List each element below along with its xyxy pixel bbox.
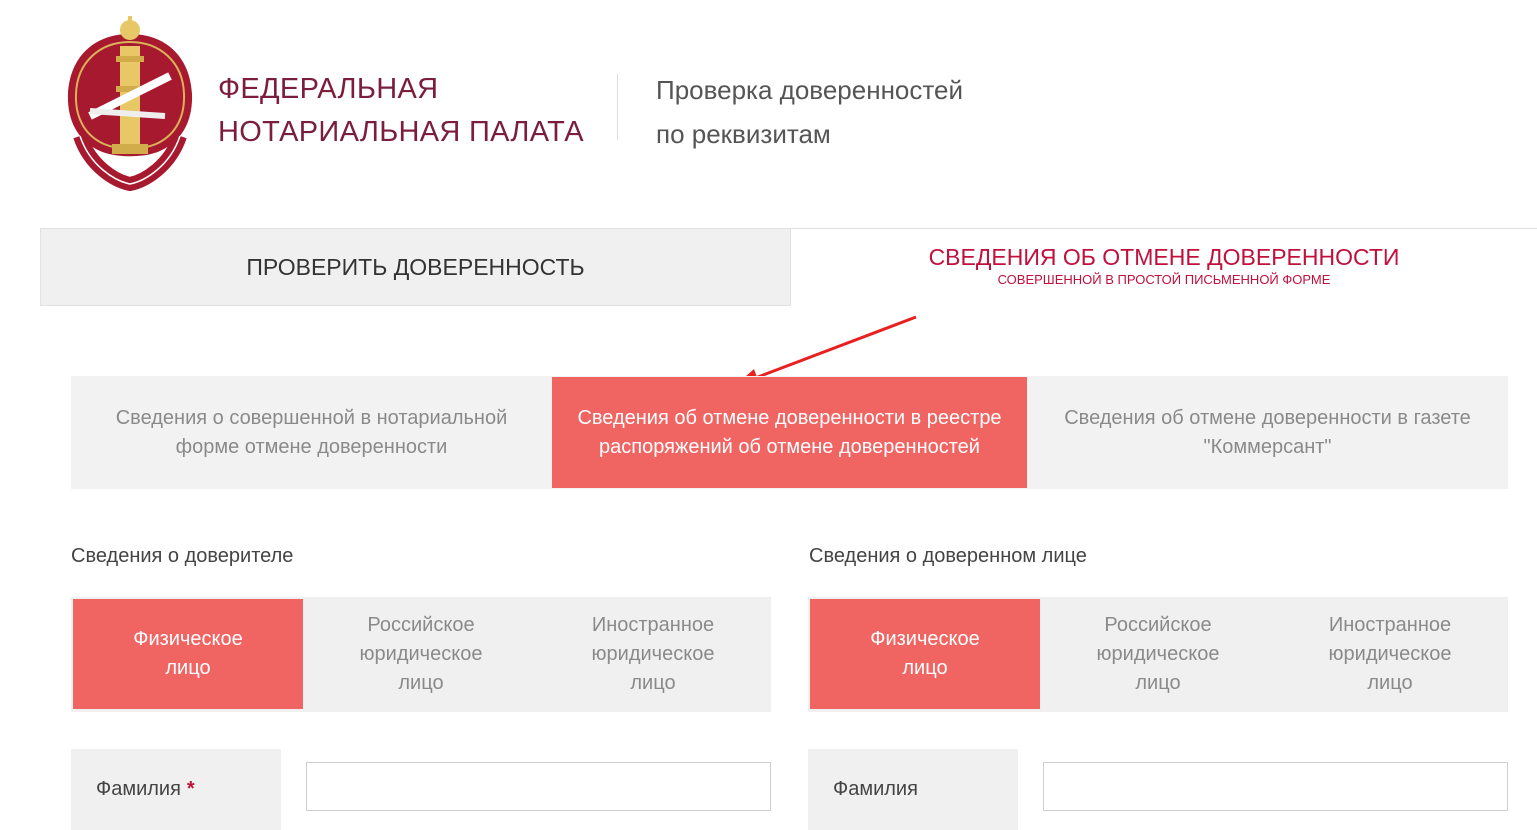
subtab-kommersant-revocation[interactable]: Сведения об отмене доверенности в газете… — [1027, 376, 1508, 489]
tab-label: ПРОВЕРИТЬ ДОВЕРЕННОСТЬ — [246, 253, 585, 280]
required-mark: * — [186, 778, 195, 800]
organization-name: ФЕДЕРАЛЬНАЯ НОТАРИАЛЬНАЯ ПАЛАТА — [218, 68, 584, 154]
principal-option-russian-legal-entity[interactable]: Российское юридическое лицо — [306, 597, 536, 712]
tab-sublabel: СОВЕРШЕННОЙ В ПРОСТОЙ ПИСЬМЕННОЙ ФОРМЕ — [997, 272, 1331, 287]
option-label: Иностранное юридическое лицо — [1328, 614, 1452, 694]
header-divider — [617, 74, 618, 140]
field-label-text: Фамилия — [833, 778, 918, 800]
notary-emblem-icon[interactable] — [60, 16, 200, 191]
option-label: Российское юридическое лицо — [359, 614, 483, 694]
principal-option-foreign-legal-entity[interactable]: Иностранное юридическое лицо — [538, 597, 768, 712]
subtab-bar: Сведения о совершенной в нотариальной фо… — [71, 376, 1508, 489]
principal-section-title: Сведения о доверителе — [71, 545, 294, 567]
subtab-registry-revocation[interactable]: Сведения об отмене доверенности в реестр… — [552, 377, 1027, 488]
attorney-surname-label: Фамилия — [808, 749, 1018, 830]
attorney-type-selector: Физическое лицо Российское юридическое л… — [808, 597, 1508, 712]
principal-surname-label: Фамилия * — [71, 749, 281, 830]
subtab-notarial-revocation[interactable]: Сведения о совершенной в нотариальной фо… — [71, 376, 552, 489]
tab-revocation-info[interactable]: СВЕДЕНИЯ ОБ ОТМЕНЕ ДОВЕРЕННОСТИ СОВЕРШЕН… — [790, 228, 1537, 306]
attorney-option-individual[interactable]: Физическое лицо — [810, 599, 1040, 709]
subtab-label: Сведения о совершенной в нотариальной фо… — [115, 406, 508, 458]
principal-surname-input[interactable] — [306, 762, 771, 811]
principal-type-selector: Физическое лицо Российское юридическое л… — [71, 597, 771, 712]
org-name-line1: ФЕДЕРАЛЬНАЯ — [218, 73, 439, 105]
option-label: Российское юридическое лицо — [1096, 614, 1220, 694]
attorney-section-title: Сведения о доверенном лице — [809, 545, 1087, 567]
principal-option-individual[interactable]: Физическое лицо — [73, 599, 303, 709]
subtitle-line2: по реквизитам — [656, 119, 831, 149]
subtitle-line1: Проверка доверенностей — [656, 75, 963, 105]
site-header: ФЕДЕРАЛЬНАЯ НОТАРИАЛЬНАЯ ПАЛАТА Проверка… — [0, 0, 1537, 210]
attorney-option-russian-legal-entity[interactable]: Российское юридическое лицо — [1043, 597, 1273, 712]
subtab-label: Сведения об отмене доверенности в реестр… — [577, 406, 1002, 458]
tab-check-power-of-attorney[interactable]: ПРОВЕРИТЬ ДОВЕРЕННОСТЬ — [40, 228, 791, 306]
option-label: Иностранное юридическое лицо — [591, 614, 715, 694]
tab-label: СВЕДЕНИЯ ОБ ОТМЕНЕ ДОВЕРЕННОСТИ — [928, 244, 1400, 270]
attorney-surname-input[interactable] — [1043, 762, 1508, 811]
field-label-text: Фамилия — [96, 778, 181, 800]
page-subtitle: Проверка доверенностей по реквизитам — [656, 68, 963, 156]
attorney-option-foreign-legal-entity[interactable]: Иностранное юридическое лицо — [1275, 597, 1505, 712]
org-name-line2: НОТАРИАЛЬНАЯ ПАЛАТА — [218, 116, 584, 148]
option-label: Физическое лицо — [870, 628, 980, 679]
option-label: Физическое лицо — [133, 628, 243, 679]
subtab-label: Сведения об отмене доверенности в газете… — [1064, 406, 1471, 458]
